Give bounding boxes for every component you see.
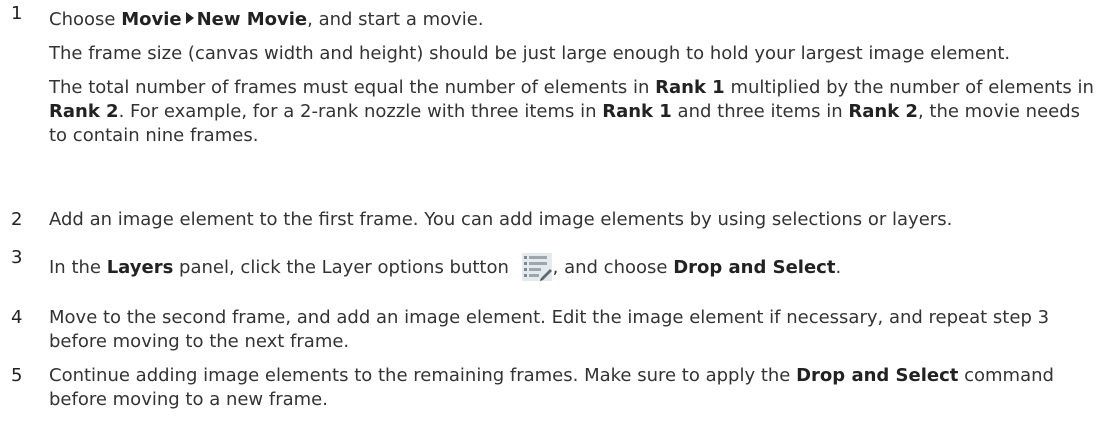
text: , and choose: [552, 257, 674, 278]
text: multiplied by the number of elements in: [724, 77, 1094, 98]
drop-and-select-command: Drop and Select: [796, 365, 959, 386]
step-number: 1: [11, 3, 23, 24]
layers-panel-label: Layers: [106, 257, 174, 278]
step-body: Move to the second frame, and add an ima…: [49, 306, 1099, 354]
step-2-instruction: Add an image element to the first frame.…: [49, 209, 953, 230]
step-body: In the Layers panel, click the Layer opt…: [49, 252, 1099, 282]
step-5-instruction: Continue adding image elements to the re…: [49, 364, 1099, 412]
step-1-instruction: Choose Movie New Movie, and start a movie…: [49, 8, 1099, 32]
text: . For example, for a 2-rank nozzle with …: [118, 101, 603, 122]
step-3-instruction: In the Layers panel, click the Layer opt…: [49, 252, 1099, 282]
step-body: Add an image element to the first frame.…: [49, 208, 1099, 232]
text: In the: [49, 257, 107, 278]
step-number: 2: [11, 209, 23, 230]
menu-movie: Movie: [121, 9, 182, 30]
rank-label: Rank 1: [602, 101, 672, 122]
step-4-instruction: Move to the second frame, and add an ima…: [49, 307, 1050, 352]
step-number: 3: [11, 247, 23, 268]
menu-arrow-icon: [185, 12, 194, 24]
text: The total number of frames must equal th…: [49, 77, 656, 98]
text: .: [835, 257, 842, 278]
text: , and start a movie.: [307, 9, 484, 30]
rank-label: Rank 2: [49, 101, 119, 122]
step-body: Choose Movie New Movie, and start a movie…: [49, 8, 1099, 148]
menu-new-movie: New Movie: [196, 9, 308, 30]
drop-and-select-command: Drop and Select: [673, 257, 836, 278]
step-body: Continue adding image elements to the re…: [49, 364, 1099, 412]
text: Continue adding image elements to the re…: [49, 365, 797, 386]
text: Choose: [49, 9, 122, 30]
layer-options-icon: [521, 252, 553, 282]
rank-label: Rank 1: [655, 77, 725, 98]
step-number: 5: [11, 365, 23, 386]
step-1-note-frame-count: The total number of frames must equal th…: [49, 76, 1099, 148]
step-number: 4: [11, 307, 23, 328]
text: and three items in: [671, 101, 849, 122]
text: panel, click the Layer options button: [173, 257, 515, 278]
step-1-note-frame-size: The frame size (canvas width and height)…: [49, 43, 1011, 64]
instruction-page: 1 Choose Movie New Movie, and start a mov…: [0, 0, 1104, 426]
rank-label: Rank 2: [848, 101, 918, 122]
